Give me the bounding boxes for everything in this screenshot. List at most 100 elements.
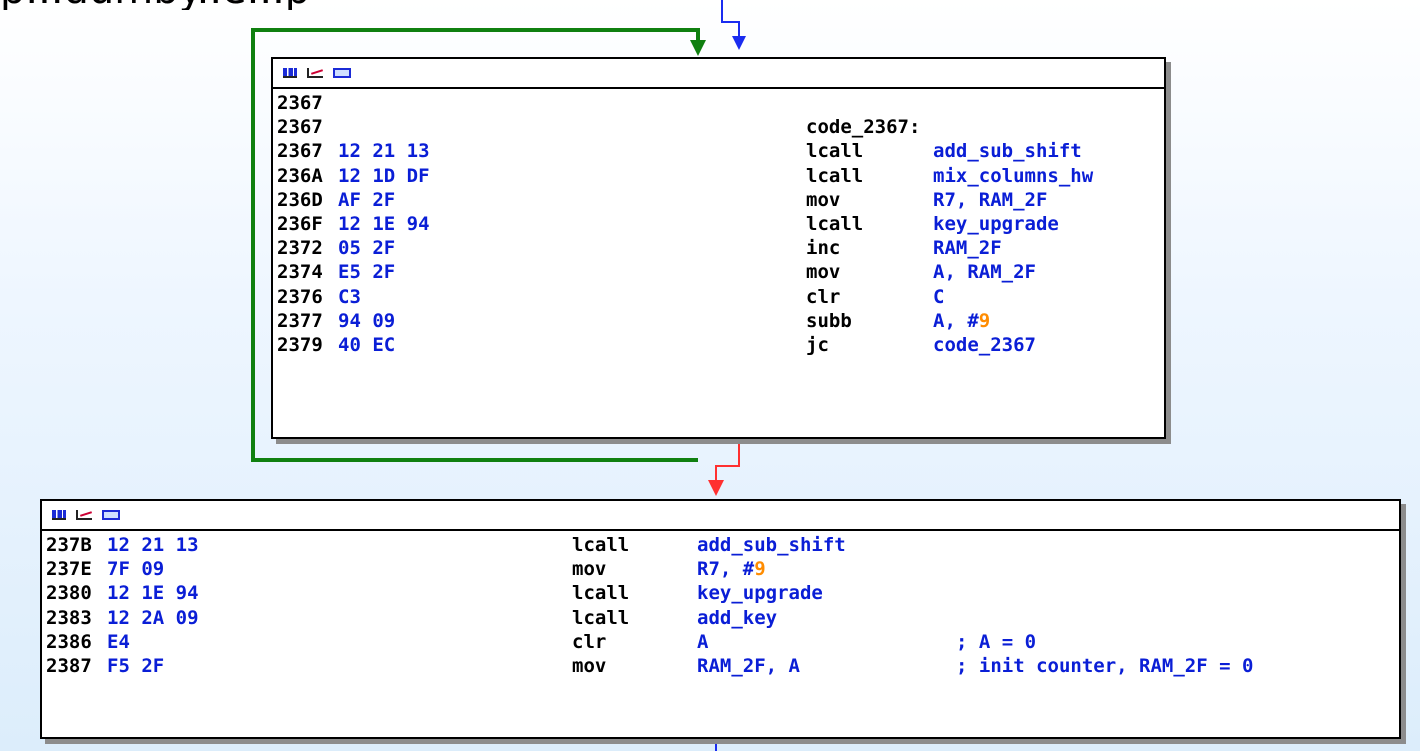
address: 236D — [277, 188, 323, 211]
address: 2372 — [277, 237, 323, 260]
instruction-row[interactable]: 237B 12 21 13 lcall add_sub_shift — [46, 533, 1399, 557]
mnemonic[interactable]: inc — [806, 236, 840, 260]
mnemonic[interactable]: lcall — [572, 533, 629, 557]
incoming-arrowhead — [732, 36, 746, 50]
operands[interactable]: add_sub_shift — [697, 533, 846, 557]
operand-text: mix_columns_hw — [933, 164, 1094, 187]
operands[interactable]: RAM_2F — [933, 236, 1002, 260]
comment: ; init counter, RAM_2F = 0 — [956, 654, 1254, 677]
mnemonic[interactable]: jc — [806, 333, 829, 357]
opcode-bytes: 12 1E 94 — [338, 212, 430, 235]
opcode-bytes: 05 2F — [338, 237, 396, 260]
operands[interactable]: A — [697, 630, 708, 654]
instruction-row[interactable]: 2387 F5 2F mov RAM_2F, A ; init counter, RAM… — [46, 654, 1399, 678]
instruction-row[interactable]: 2372 05 2F inc RAM_2F — [277, 236, 1164, 260]
mnemonic[interactable]: mov — [572, 557, 606, 581]
operand-text: RAM_2F — [933, 237, 1002, 260]
instruction-row[interactable]: 2376 C3 clr C — [277, 285, 1164, 309]
address: 2383 — [46, 606, 92, 629]
mnemonic[interactable]: lcall — [806, 212, 863, 236]
operands[interactable]: add_key — [697, 606, 777, 630]
opcode-bytes: E4 — [107, 630, 130, 653]
instruction-row[interactable]: 236A 12 1D DF lcall mix_columns_hw — [277, 164, 1164, 188]
lower-instruction-list: 237B 12 21 13 lcall add_sub_shift 237E 7F 09 m… — [42, 531, 1399, 678]
opcode-bytes: C3 — [338, 285, 361, 308]
address: 2386 — [46, 630, 92, 653]
block-toolbar — [273, 59, 1164, 89]
operand-text: A, RAM_2F — [933, 261, 1036, 284]
instruction-row[interactable]: 2377 94 09 subb A, #9 — [277, 309, 1164, 333]
operands[interactable]: key_upgrade — [933, 212, 1059, 236]
mnemonic[interactable]: lcall — [806, 164, 863, 188]
address: 237E — [46, 558, 92, 581]
mnemonic[interactable]: subb — [806, 309, 852, 333]
graph-view-icon[interactable] — [52, 510, 66, 520]
instruction-row[interactable]: 2367 — [277, 91, 1164, 115]
instruction-row[interactable]: 236D AF 2F mov R7, RAM_2F — [277, 188, 1164, 212]
edit-chart-icon[interactable] — [76, 510, 92, 520]
operands[interactable]: A, RAM_2F — [933, 260, 1036, 284]
operands[interactable]: R7, RAM_2F — [933, 188, 1047, 212]
operand-text: A, # — [933, 309, 979, 332]
mnemonic[interactable]: mov — [806, 260, 840, 284]
operand-text: add_sub_shift — [933, 140, 1082, 163]
operands[interactable]: R7, #9 — [697, 557, 766, 581]
mnemonic[interactable]: mov — [806, 188, 840, 212]
address: 236F — [277, 212, 323, 235]
operands[interactable]: RAM_2F, A — [697, 654, 800, 678]
operands[interactable]: add_sub_shift — [933, 139, 1082, 163]
instruction-row[interactable]: 2379 40 EC jc code_2367 — [277, 333, 1164, 357]
mnemonic[interactable]: lcall — [806, 139, 863, 163]
mnemonic[interactable]: clr — [572, 630, 606, 654]
address: 2377 — [277, 309, 323, 332]
lower-code-block[interactable]: 237B 12 21 13 lcall add_sub_shift 237E 7F 09 m… — [40, 499, 1401, 739]
mnemonic[interactable]: clr — [806, 285, 840, 309]
instruction-row[interactable]: 236F 12 1E 94 lcall key_upgrade — [277, 212, 1164, 236]
instruction-row[interactable]: 237E 7F 09 mov R7, #9 — [46, 557, 1399, 581]
opcode-bytes: F5 2F — [107, 654, 165, 677]
operand-text: key_upgrade — [933, 212, 1059, 235]
address: 2367 — [277, 140, 323, 163]
operands[interactable]: key_upgrade — [697, 581, 823, 605]
operands[interactable]: mix_columns_hw — [933, 164, 1093, 188]
instruction-row[interactable]: 2386 E4 clr A ; A = 0 — [46, 630, 1399, 654]
loop-back-arrowhead — [690, 40, 706, 56]
mnemonic[interactable]: lcall — [572, 606, 629, 630]
address: 236A — [277, 164, 323, 187]
operands[interactable]: C — [933, 285, 944, 309]
address: 2380 — [46, 582, 92, 605]
block-toolbar — [42, 501, 1399, 531]
opcode-bytes: 12 1E 94 — [107, 582, 199, 605]
text-view-icon[interactable] — [333, 68, 351, 78]
opcode-bytes: 94 09 — [338, 309, 396, 332]
opcode-bytes: 12 2A 09 — [107, 606, 199, 629]
fallthrough-edge — [715, 440, 740, 484]
incoming-edge — [721, 0, 740, 42]
instruction-row[interactable]: 2367 code_2367: — [277, 115, 1164, 139]
fallthrough-arrowhead — [708, 480, 724, 496]
operands[interactable]: code_2367 — [933, 333, 1036, 357]
mnemonic[interactable]: mov — [572, 654, 606, 678]
text-view-icon[interactable] — [102, 510, 120, 520]
instruction-row[interactable]: 2380 12 1E 94 lcall key_upgrade — [46, 581, 1399, 605]
operand-text: R7, RAM_2F — [933, 188, 1048, 211]
address: 2367 — [277, 92, 323, 114]
operand-text: C — [933, 285, 945, 308]
opcode-bytes: 40 EC — [338, 333, 396, 356]
immediate-value: 9 — [978, 309, 991, 332]
instruction-row[interactable]: 2374 E5 2F mov A, RAM_2F — [277, 260, 1164, 284]
edit-chart-icon[interactable] — [307, 68, 323, 78]
address: 2374 — [277, 261, 323, 284]
operand-text: RAM_2F, A — [697, 654, 800, 677]
operand-text: add_key — [697, 606, 778, 629]
opcode-bytes: 12 21 13 — [338, 140, 430, 163]
instruction-row[interactable]: 2367 12 21 13 lcall add_sub_shift — [277, 139, 1164, 163]
graph-view-icon[interactable] — [283, 68, 297, 78]
instruction-row[interactable]: 2383 12 2A 09 lcall add_key — [46, 606, 1399, 630]
address: 2376 — [277, 285, 323, 308]
mnemonic[interactable]: lcall — [572, 581, 629, 605]
operands[interactable]: A, #9 — [933, 309, 990, 333]
code-label[interactable]: code_2367: — [806, 115, 920, 139]
operand-text: code_2367 — [933, 333, 1036, 356]
upper-code-block[interactable]: 2367 2367 code_2367: 2367 12 21 13 lcall add_s… — [271, 57, 1166, 439]
